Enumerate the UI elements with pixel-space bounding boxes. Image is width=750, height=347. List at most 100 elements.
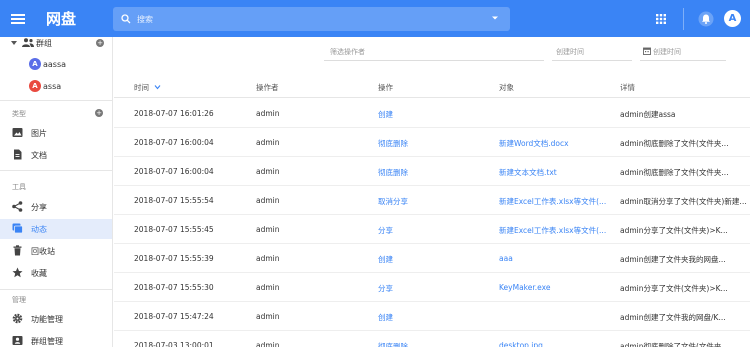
sidebar-divider bbox=[0, 289, 112, 290]
sidebar-item-share[interactable]: 分享 bbox=[0, 197, 112, 217]
manage-section-label: 管理 bbox=[12, 296, 26, 304]
hamburger-icon bbox=[11, 13, 25, 24]
cell-details: admin创建了文件夹我的网盘... bbox=[620, 255, 726, 264]
cell-object[interactable]: 新建Excel工作表.xlsx等文件(... bbox=[499, 225, 609, 236]
group-icon bbox=[12, 336, 23, 345]
notifications-button[interactable] bbox=[692, 0, 720, 37]
operator-filter-input[interactable]: 筛选操作者 bbox=[324, 41, 544, 61]
table-row[interactable]: 2018-07-07 15:47:24 admin 创建 admin创建了文件我的网盘… bbox=[114, 302, 750, 331]
cell-operator: admin bbox=[256, 138, 280, 147]
share-icon bbox=[12, 201, 23, 212]
toolbar-divider bbox=[683, 7, 684, 30]
apps-button[interactable] bbox=[647, 0, 675, 37]
table-row[interactable]: 2018-07-07 15:55:45 admin 分享 新建Excel工作表.xls… bbox=[114, 215, 750, 244]
sidebar-item-favorites[interactable]: 收藏 bbox=[0, 263, 112, 283]
table-header: 时间 操作者 操作 对象 详情 bbox=[114, 76, 750, 98]
search-placeholder: 搜索 bbox=[137, 14, 153, 24]
column-header-time[interactable]: 时间 bbox=[134, 82, 161, 93]
table-row[interactable]: 2018-07-03 13:00:01 admin 彻底删除 desktop.jpg a… bbox=[114, 331, 750, 347]
app-title: 网盘 bbox=[46, 10, 77, 28]
cell-time: 2018-07-07 16:01:26 bbox=[134, 109, 214, 118]
sidebar-group-header[interactable]: 群组 + bbox=[0, 37, 112, 53]
top-bar: 网盘 搜索 A bbox=[0, 0, 750, 37]
table-row[interactable]: 2018-07-07 16:00:04 admin 彻底删除 新建文本文档.txt ad… bbox=[114, 157, 750, 186]
cell-action[interactable]: 彻底删除 bbox=[378, 167, 488, 178]
user-avatar-assa: A bbox=[29, 80, 41, 92]
sort-down-icon bbox=[154, 85, 161, 90]
cell-operator: admin bbox=[256, 167, 280, 176]
cell-object[interactable]: 新建文本文档.txt bbox=[499, 167, 609, 178]
user-name: aassa bbox=[43, 59, 67, 69]
created-time-end-placeholder: 创建时间 bbox=[653, 48, 681, 56]
sidebar-item-feature-management[interactable]: 功能管理 bbox=[0, 309, 112, 329]
table-row[interactable]: 2018-07-07 15:55:30 admin 分享 KeyMaker.exe ad… bbox=[114, 273, 750, 302]
cell-object[interactable]: 新建Excel工作表.xlsx等文件(... bbox=[499, 196, 609, 207]
cell-details: admin分享了文件(文件夹)>K... bbox=[620, 226, 728, 235]
cell-operator: admin bbox=[256, 196, 280, 205]
group-icon bbox=[22, 38, 34, 47]
cell-object[interactable]: KeyMaker.exe bbox=[499, 283, 609, 292]
cell-action[interactable]: 创建 bbox=[378, 109, 488, 120]
column-header-details: 详情 bbox=[620, 83, 635, 92]
cell-time: 2018-07-07 16:00:04 bbox=[134, 138, 214, 147]
sidebar-divider bbox=[0, 170, 112, 171]
cell-time: 2018-07-07 15:47:24 bbox=[134, 312, 214, 321]
created-time-end-input[interactable]: 创建时间 bbox=[640, 41, 726, 61]
table-row[interactable]: 2018-07-07 16:00:04 admin 彻底删除 新建Word文档.doc… bbox=[114, 128, 750, 157]
cell-time: 2018-07-07 15:55:30 bbox=[134, 283, 214, 292]
calendar-icon bbox=[643, 47, 651, 55]
table-row[interactable]: 2018-07-07 15:55:39 admin 创建 aaa admin创建了文件夹… bbox=[114, 244, 750, 273]
user-name: assa bbox=[43, 81, 62, 91]
sidebar-item-documents[interactable]: 文档 bbox=[0, 145, 112, 165]
menu-button[interactable] bbox=[0, 0, 36, 37]
column-header-object: 对象 bbox=[499, 83, 514, 92]
caret-down-icon bbox=[11, 41, 17, 45]
cell-action[interactable]: 分享 bbox=[378, 225, 488, 236]
cell-time: 2018-07-03 13:00:01 bbox=[134, 341, 214, 347]
cell-object[interactable]: desktop.jpg bbox=[499, 341, 609, 347]
chevron-down-icon[interactable] bbox=[490, 13, 500, 23]
sidebar: 群组 + A aassa A assa 类型 + 图片 文档 工具 分享 动态 … bbox=[0, 37, 113, 347]
add-type-icon[interactable]: + bbox=[95, 109, 103, 117]
cell-time: 2018-07-07 15:55:39 bbox=[134, 254, 214, 263]
search-icon bbox=[121, 14, 131, 24]
cell-time: 2018-07-07 15:55:54 bbox=[134, 196, 214, 205]
cell-object[interactable]: aaa bbox=[499, 254, 609, 263]
operator-filter-placeholder: 筛选操作者 bbox=[330, 48, 365, 56]
sidebar-item-trash[interactable]: 回收站 bbox=[0, 241, 112, 261]
cell-action[interactable]: 分享 bbox=[378, 283, 488, 294]
trash-icon bbox=[13, 245, 22, 256]
cell-operator: admin bbox=[256, 283, 280, 292]
created-time-start-input[interactable]: 创建时间 bbox=[552, 41, 632, 61]
cell-details: admin分享了文件(文件夹)>K... bbox=[620, 284, 728, 293]
cell-details: admin彻底删除了文件(文件夹... bbox=[620, 139, 729, 148]
sidebar-item-images[interactable]: 图片 bbox=[0, 123, 112, 143]
sidebar-item-label: 动态 bbox=[31, 224, 47, 234]
sidebar-item-group-management[interactable]: 群组管理 bbox=[0, 331, 112, 347]
cell-details: admin彻底删除了文件(文件夹... bbox=[620, 342, 729, 347]
cell-action[interactable]: 彻底删除 bbox=[378, 341, 488, 347]
user-avatar-aassa: A bbox=[29, 58, 41, 70]
add-group-icon[interactable]: + bbox=[96, 39, 104, 47]
sidebar-user-assa[interactable]: A assa bbox=[0, 76, 112, 96]
search-input[interactable]: 搜索 bbox=[113, 7, 510, 31]
sidebar-user-aassa[interactable]: A aassa bbox=[0, 54, 112, 74]
cell-time: 2018-07-07 16:00:04 bbox=[134, 167, 214, 176]
cell-action[interactable]: 取消分享 bbox=[378, 196, 488, 207]
cell-action[interactable]: 创建 bbox=[378, 312, 488, 323]
sidebar-item-activity[interactable]: 动态 bbox=[0, 219, 112, 239]
cell-object[interactable]: 新建Word文档.docx bbox=[499, 138, 609, 149]
sidebar-item-label: 回收站 bbox=[31, 246, 55, 256]
user-avatar[interactable]: A bbox=[724, 10, 741, 27]
apps-grid-icon bbox=[656, 13, 666, 24]
tools-section-label: 工具 bbox=[12, 183, 26, 191]
activity-panel: 筛选操作者 创建时间 创建时间 时间 操作者 操作 对象 详情 2018-07-… bbox=[114, 37, 750, 347]
table-row[interactable]: 2018-07-07 16:01:26 admin 创建 admin创建assa bbox=[114, 99, 750, 128]
cell-action[interactable]: 创建 bbox=[378, 254, 488, 265]
table-row[interactable]: 2018-07-07 15:55:54 admin 取消分享 新建Excel工作表.x… bbox=[114, 186, 750, 215]
filter-bar: 筛选操作者 创建时间 创建时间 bbox=[114, 41, 750, 61]
cell-action[interactable]: 彻底删除 bbox=[378, 138, 488, 149]
sidebar-item-label: 分享 bbox=[31, 202, 47, 212]
gear-icon bbox=[12, 313, 23, 324]
cell-operator: admin bbox=[256, 225, 280, 234]
